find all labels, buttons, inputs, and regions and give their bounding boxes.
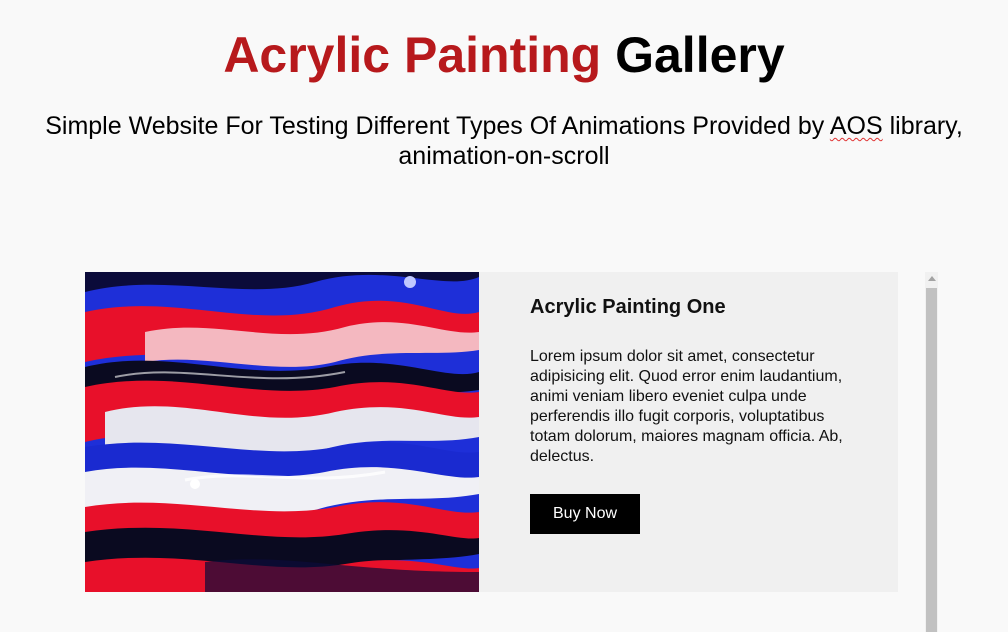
scrollbar-thumb[interactable] (926, 288, 937, 632)
page-title: Acrylic Painting Gallery (0, 26, 1008, 84)
page-title-plain: Gallery (615, 27, 785, 83)
card-title: Acrylic Painting One (530, 296, 726, 318)
scrollbar[interactable] (925, 272, 938, 632)
card-description: Lorem ipsum dolor sit amet, consectetur … (530, 348, 843, 465)
subtitle-aos-word: AOS (829, 112, 883, 140)
card-body: Acrylic Painting One Lorem ipsum dolor s… (530, 296, 865, 534)
page-subtitle: Simple Website For Testing Different Typ… (20, 111, 988, 171)
buy-now-button[interactable]: Buy Now (530, 494, 641, 534)
page-title-accent: Acrylic Painting (223, 27, 602, 83)
scroll-up-arrow-icon[interactable] (928, 276, 936, 281)
subtitle-text-start: Simple Website For Testing Different Typ… (45, 112, 830, 140)
painting-image (85, 272, 479, 592)
painting-card: Acrylic Painting One Lorem ipsum dolor s… (85, 272, 898, 592)
